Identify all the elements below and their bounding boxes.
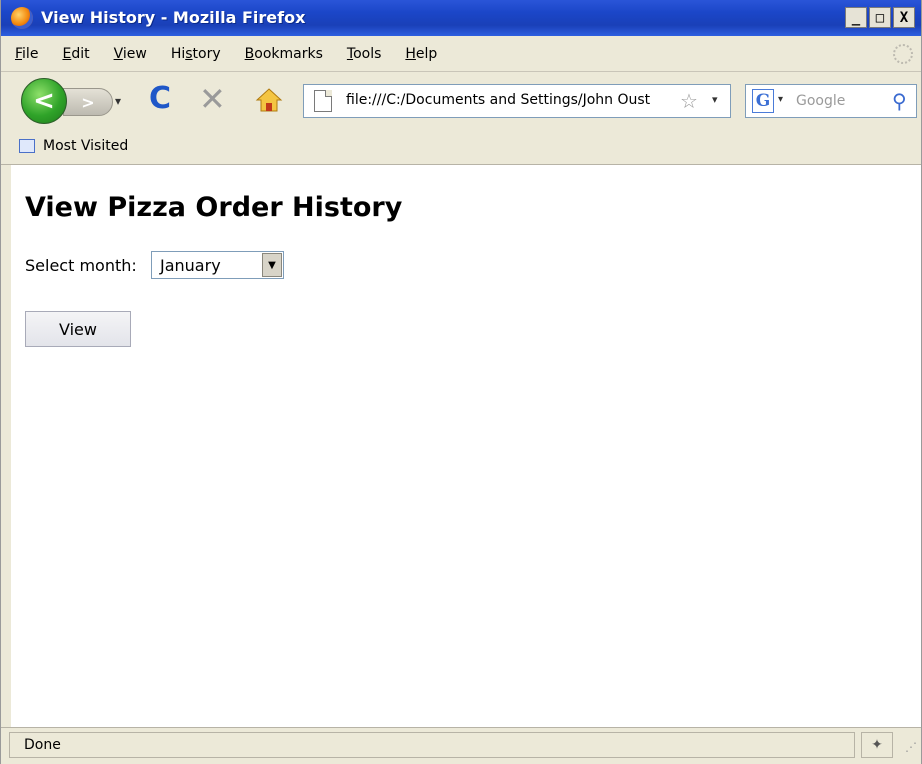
menu-accel: F — [15, 45, 23, 62]
view-button[interactable]: View — [25, 311, 131, 347]
menu-accel: B — [244, 45, 255, 62]
select-month-label: Select month: — [25, 256, 137, 275]
history-dropdown-icon[interactable]: ▾ — [115, 94, 121, 108]
throbber-icon — [893, 44, 913, 64]
url-bar[interactable]: file:///C:/Documents and Settings/John O… — [303, 84, 731, 118]
engine-dropdown-icon[interactable]: ▾ — [778, 94, 783, 105]
month-select[interactable]: January ▼ — [151, 251, 284, 279]
forward-button[interactable]: > — [63, 88, 113, 116]
chevron-down-icon[interactable]: ▼ — [262, 253, 282, 277]
status-text: Done — [9, 732, 855, 758]
title-bar[interactable]: View History - Mozilla Firefox _ □ X — [1, 0, 921, 36]
page-icon — [314, 90, 332, 112]
menu-tools[interactable]: Tools — [347, 46, 382, 62]
browser-window: View History - Mozilla Firefox _ □ X Fil… — [0, 0, 922, 764]
bookmark-star-icon[interactable]: ☆ — [680, 90, 698, 112]
reload-icon[interactable]: C — [149, 84, 171, 114]
stop-icon[interactable]: ✕ — [199, 82, 226, 116]
search-bar[interactable]: G ▾ Google ⚲ — [745, 84, 917, 118]
menu-history[interactable]: History — [171, 46, 221, 62]
menu-label: ookmarks — [254, 45, 323, 62]
url-input[interactable]: file:///C:/Documents and Settings/John O… — [346, 92, 676, 108]
menu-label: elp — [415, 45, 438, 62]
menu-accel: s — [185, 45, 193, 62]
menu-accel: V — [113, 45, 123, 62]
status-addon-icon[interactable]: ✦ — [861, 732, 893, 758]
page-title: View Pizza Order History — [25, 192, 403, 223]
window-title: View History - Mozilla Firefox — [41, 8, 306, 27]
menu-label: iew — [122, 45, 147, 62]
url-dropdown-icon[interactable]: ▾ — [712, 93, 718, 106]
menu-accel: E — [62, 45, 72, 62]
search-input[interactable]: Google — [796, 93, 845, 109]
menu-bookmarks[interactable]: Bookmarks — [245, 46, 323, 62]
selected-month-value: January — [160, 256, 221, 275]
bookmarks-toolbar: Most Visited — [1, 128, 921, 165]
maximize-button[interactable]: □ — [869, 7, 891, 28]
menu-label: dit — [71, 45, 90, 62]
menu-bar: File Edit View History Bookmarks Tools H… — [1, 36, 921, 72]
menu-label: ools — [353, 45, 382, 62]
google-engine-icon[interactable]: G — [752, 89, 774, 113]
menu-accel: H — [405, 45, 416, 62]
home-icon[interactable] — [255, 86, 283, 114]
status-bar: Done ✦ ⋰ — [1, 727, 921, 764]
menu-edit[interactable]: Edit — [62, 46, 89, 62]
close-button[interactable]: X — [893, 7, 915, 28]
search-icon[interactable]: ⚲ — [892, 89, 907, 113]
menu-file[interactable]: File — [15, 46, 38, 62]
page-content: View Pizza Order History Select month: J… — [11, 165, 921, 727]
bookmark-most-visited[interactable]: Most Visited — [43, 138, 128, 154]
bookmark-folder-icon — [19, 139, 35, 153]
resize-grip-icon[interactable]: ⋰ — [905, 740, 917, 754]
menu-label: ile — [22, 45, 39, 62]
menu-help[interactable]: Help — [405, 46, 437, 62]
firefox-logo-icon — [11, 7, 33, 29]
navigation-toolbar: > < ▾ C ✕ file:///C:/Documents and Setti… — [1, 72, 921, 129]
minimize-button[interactable]: _ — [845, 7, 867, 28]
window-controls: _ □ X — [845, 7, 915, 28]
back-button[interactable]: < — [21, 78, 67, 124]
menu-label: Hi — [170, 45, 186, 62]
menu-view[interactable]: View — [114, 46, 147, 62]
menu-label: tory — [192, 45, 221, 62]
